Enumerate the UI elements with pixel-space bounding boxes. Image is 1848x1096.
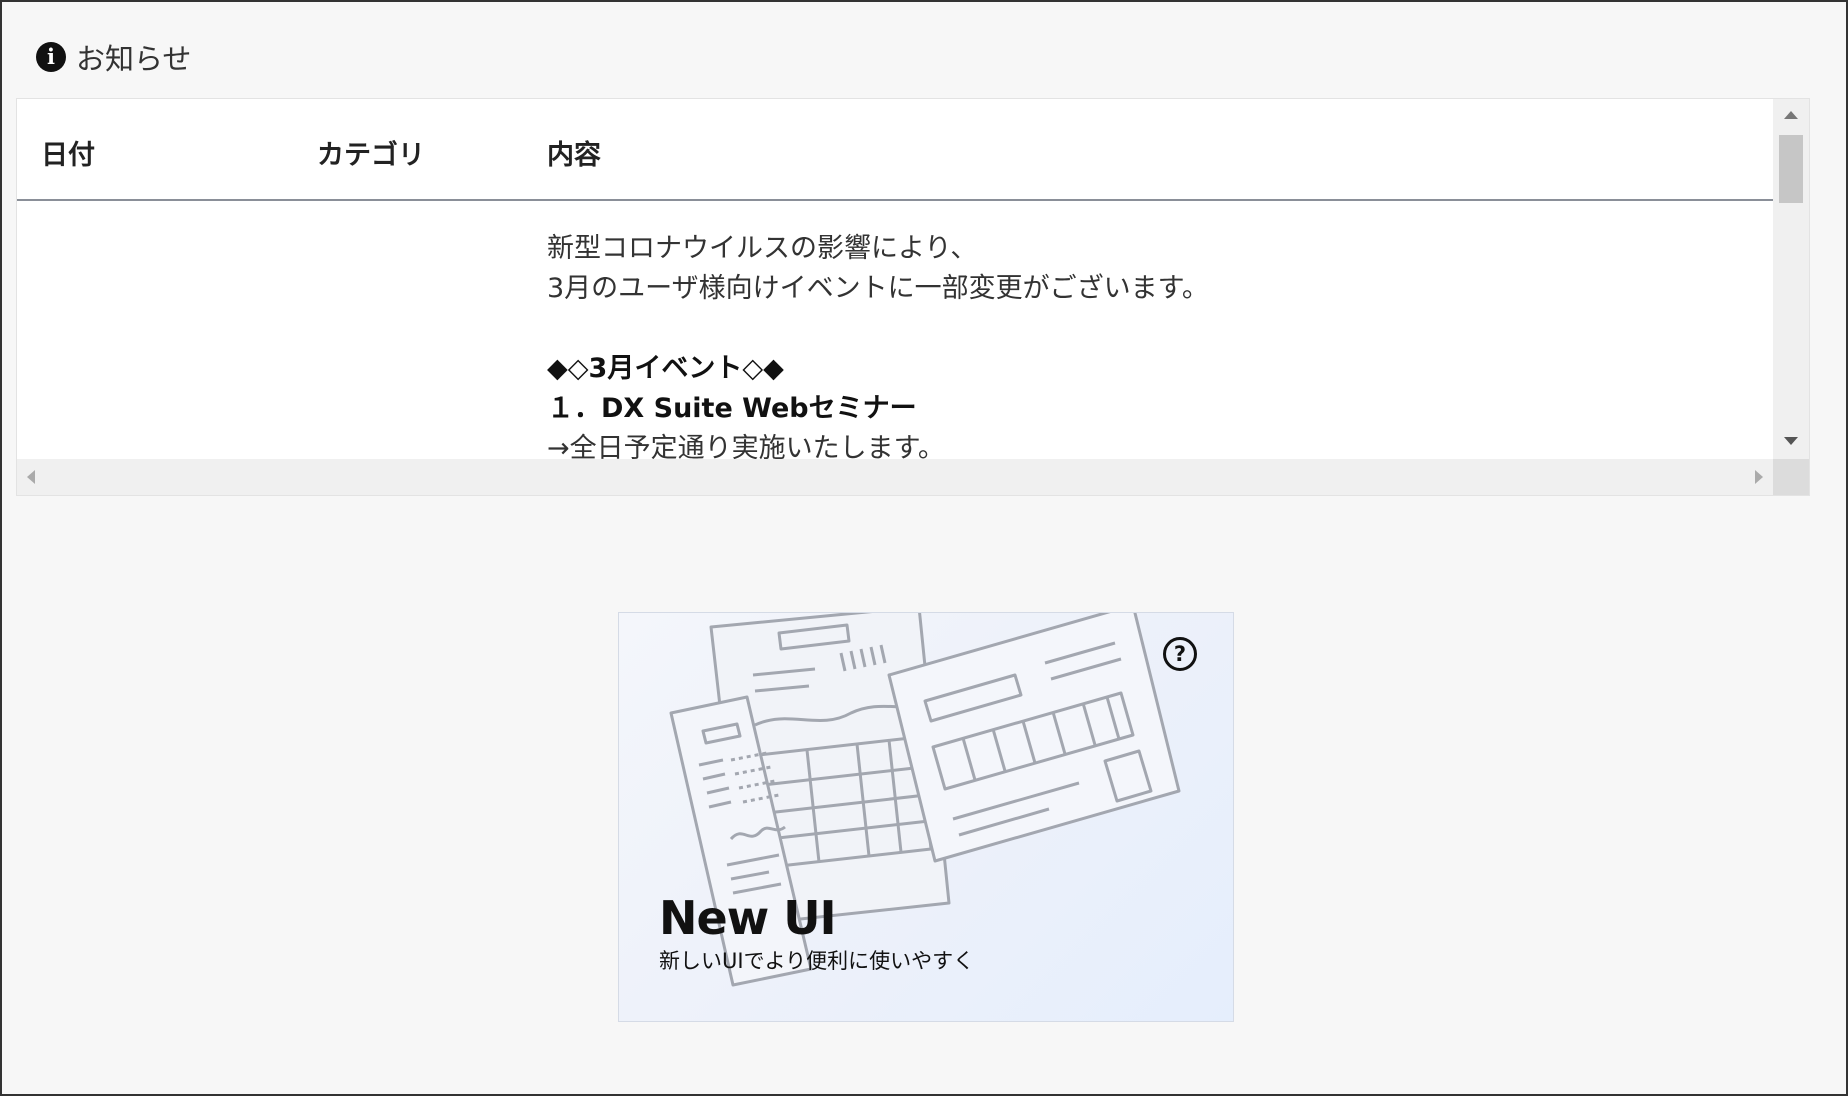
content-line-heading: １．DX Suite Webセミナー (547, 393, 917, 424)
table-header: 日付 カテゴリ 内容 (17, 99, 1773, 201)
notice-section-title: i お知らせ (36, 36, 191, 78)
banner-subtitle: 新しいUIでより便利に使いやすく (659, 949, 975, 973)
content-line: →全日予定通り実施いたします。 (547, 433, 945, 459)
notice-table-panel: 日付 カテゴリ 内容 新型コロナウイルスの影響により、 3月のユーザ様向けイベン… (16, 98, 1810, 496)
new-ui-banner[interactable]: ? New UI 新しいUIでより便利に使いやすく (618, 612, 1234, 1022)
horizontal-scrollbar[interactable] (17, 459, 1773, 495)
content-line-blank (547, 309, 1209, 349)
scroll-right-arrow-icon[interactable] (1755, 470, 1763, 484)
column-header-date: 日付 (41, 140, 95, 171)
content-line: 3月のユーザ様向けイベントに一部変更がございます。 (547, 273, 1209, 304)
column-header-category: カテゴリ (317, 140, 425, 171)
banner-title: New UI (659, 891, 837, 945)
vertical-scrollbar[interactable] (1773, 99, 1809, 459)
table-body[interactable]: 新型コロナウイルスの影響により、 3月のユーザ様向けイベントに一部変更がございま… (17, 203, 1773, 459)
scrollbar-corner (1773, 459, 1809, 495)
column-header-content: 内容 (547, 140, 601, 171)
scroll-down-arrow-icon[interactable] (1784, 437, 1798, 445)
notice-title: お知らせ (76, 42, 192, 76)
app-frame: i お知らせ 日付 カテゴリ 内容 新型コロナウイルスの影響により、 3月のユー… (0, 0, 1848, 1096)
scroll-up-arrow-icon[interactable] (1784, 111, 1798, 119)
row-content: 新型コロナウイルスの影響により、 3月のユーザ様向けイベントに一部変更がございま… (547, 229, 1209, 459)
content-line-heading: ◆◇3月イベント◇◆ (547, 353, 784, 384)
scroll-left-arrow-icon[interactable] (27, 470, 35, 484)
info-icon: i (36, 42, 66, 72)
question-circle-icon[interactable]: ? (1163, 637, 1197, 671)
content-line: 新型コロナウイルスの影響により、 (547, 233, 978, 264)
vertical-scroll-thumb[interactable] (1779, 135, 1803, 203)
